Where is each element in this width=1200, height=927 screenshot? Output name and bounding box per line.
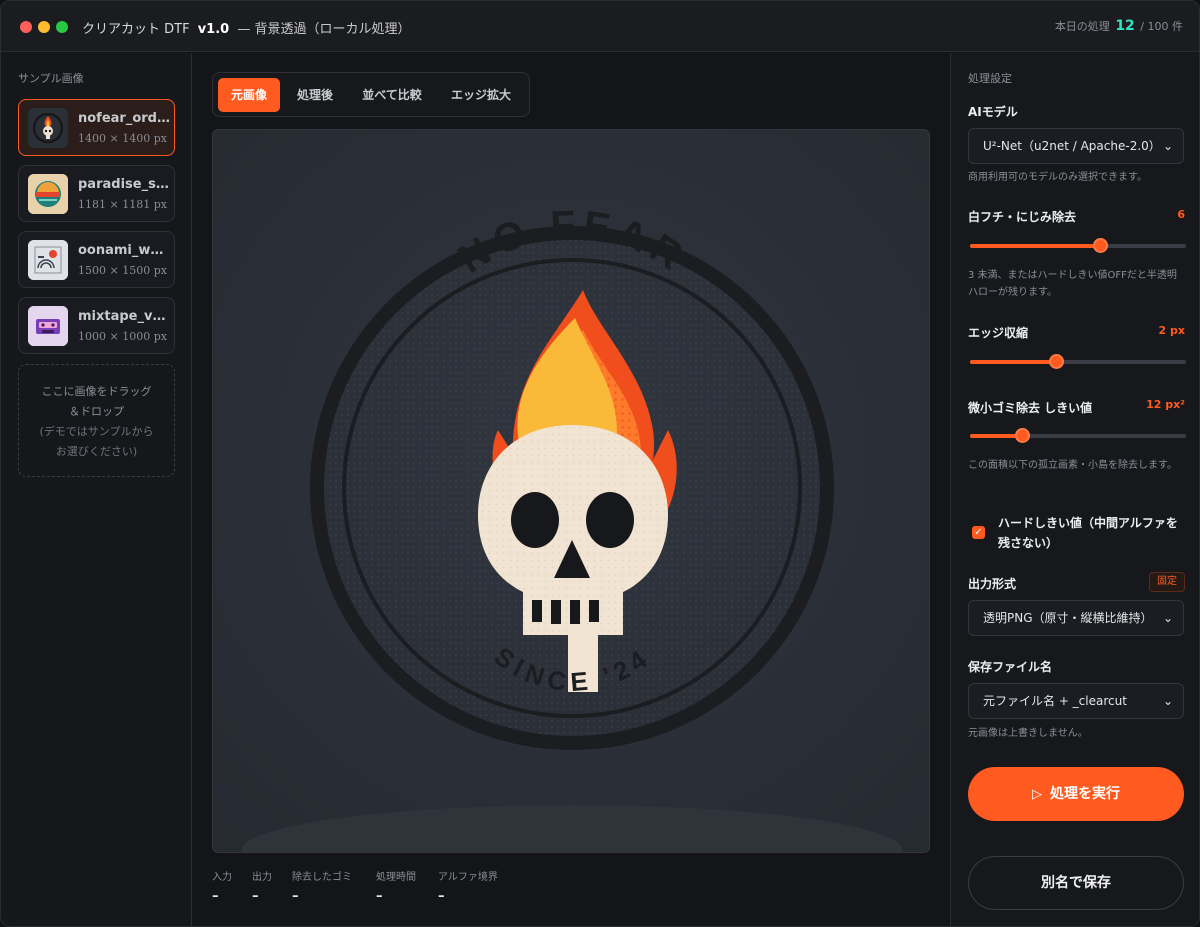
filename-selected: 元ファイル名 + _clearcut xyxy=(983,694,1127,708)
quota-count: 12 xyxy=(1115,18,1135,34)
filename-hint: 元画像は上書きしません。 xyxy=(968,728,1088,739)
speck-label: 微小ゴミ除去 しきい値 xyxy=(968,401,1093,415)
shrink-value: 2 px xyxy=(1158,324,1185,337)
maximize-window-button[interactable] xyxy=(56,21,68,33)
sample-item-mixtape[interactable]: mixtape_vol2.png 1000 × 1000 px xyxy=(18,297,175,354)
dropzone-line: ここに画像をドラッグ xyxy=(41,385,152,398)
view-tabs: 元画像 処理後 並べて比較 エッジ拡大 xyxy=(212,72,530,117)
sample-dimensions: 1181 × 1181 px xyxy=(78,198,167,211)
settings-panel: 処理設定 AIモデル U²-Net（u2net / Apache-2.0） ⌄ … xyxy=(950,53,1199,926)
halo-slider[interactable] xyxy=(970,238,1186,254)
stat-label: 出力 xyxy=(252,872,272,883)
filename-select[interactable]: 元ファイル名 + _clearcut ⌄ xyxy=(968,683,1184,719)
stat-alpha-edge: アルファ境界 – xyxy=(438,868,498,904)
stat-value: – xyxy=(438,889,445,904)
fixed-badge: 固定 xyxy=(1149,572,1185,592)
close-window-button[interactable] xyxy=(20,21,32,33)
model-hint: 商用利用可のモデルのみ選択できます。 xyxy=(968,172,1147,183)
slider-fill xyxy=(970,360,1057,364)
speck-hint: この面積以下の孤立画素・小島を除去します。 xyxy=(968,460,1177,471)
stat-label: アルファ境界 xyxy=(438,872,498,883)
stat-value: – xyxy=(212,889,219,904)
sample-name: paradise_sunset.png xyxy=(78,177,170,192)
play-icon: ▷ xyxy=(1032,787,1042,802)
sample-dimensions: 1000 × 1000 px xyxy=(78,330,167,343)
tab-edge-zoom[interactable]: エッジ拡大 xyxy=(437,78,525,112)
settings-heading: 処理設定 xyxy=(968,72,1012,85)
sample-name: oonami_wave.png xyxy=(78,243,170,258)
slider-handle[interactable] xyxy=(1014,428,1030,443)
dropzone-note: (デモではサンプルから xyxy=(39,425,154,438)
app-name: クリアカット DTF xyxy=(82,22,190,37)
halo-hint: 3 未満、またはハードしきい値OFFだと半透明ハローが残ります。 xyxy=(968,270,1177,298)
stat-output: 出力 – xyxy=(252,868,272,904)
hard-threshold-checkbox[interactable]: ✓ xyxy=(972,526,985,539)
slider-handle[interactable] xyxy=(1092,238,1108,253)
slider-fill xyxy=(970,244,1100,248)
run-button-label: 処理を実行 xyxy=(1050,786,1120,802)
daily-quota: 本日の処理 12 / 100 件 xyxy=(1055,18,1183,34)
save-as-button[interactable]: 別名で保存 xyxy=(968,856,1184,910)
app-version: v1.0 xyxy=(197,22,230,37)
filename-label: 保存ファイル名 xyxy=(968,660,1053,674)
image-canvas[interactable]: NO FEAR SINCE '24 xyxy=(212,129,930,853)
app-title: クリアカット DTF v1.0 — 背景透過（ローカル処理） xyxy=(82,18,411,37)
stat-label: 入力 xyxy=(212,872,232,883)
chevron-down-icon: ⌄ xyxy=(1162,694,1173,708)
format-selected: 透明PNG（原寸・縦横比維持） xyxy=(983,611,1153,625)
tab-compare[interactable]: 並べて比較 xyxy=(350,78,434,112)
sample-dimensions: 1400 × 1400 px xyxy=(78,132,167,145)
speck-slider[interactable] xyxy=(970,428,1186,444)
skull-thumb-icon xyxy=(28,108,68,148)
title-bar: クリアカット DTF v1.0 — 背景透過（ローカル処理） 本日の処理 12 … xyxy=(1,1,1199,52)
model-select[interactable]: U²-Net（u2net / Apache-2.0） ⌄ xyxy=(968,128,1184,164)
dropzone-line: ＆ドロップ xyxy=(69,405,124,418)
format-label: 出力形式 xyxy=(968,577,1017,591)
stat-value: – xyxy=(376,889,383,904)
chevron-down-icon: ⌄ xyxy=(1162,139,1173,153)
halo-label: 白フチ・にじみ除去 xyxy=(968,210,1077,224)
chevron-down-icon: ⌄ xyxy=(1162,611,1173,625)
shrink-slider[interactable] xyxy=(970,354,1186,370)
run-button[interactable]: ▷ 処理を実行 xyxy=(968,767,1184,821)
stat-value: – xyxy=(292,889,299,904)
sample-sidebar: サンプル画像 nofear_order_0412.png 1400 × 1400… xyxy=(1,53,192,926)
slider-handle[interactable] xyxy=(1049,354,1065,369)
stat-input: 入力 – xyxy=(212,868,232,904)
tab-processed[interactable]: 処理後 xyxy=(283,78,347,112)
halo-value: 6 xyxy=(1177,208,1185,221)
shrink-label: エッジ収縮 xyxy=(968,326,1029,340)
sunset-badge-thumb-icon xyxy=(28,174,68,214)
cassette-thumb-icon xyxy=(28,306,68,346)
wave-thumb-icon xyxy=(28,240,68,280)
dropzone-note: お選びください) xyxy=(55,445,138,458)
sample-name: nofear_order_0412.png xyxy=(78,111,170,126)
format-select[interactable]: 透明PNG（原寸・縦横比維持） ⌄ xyxy=(968,600,1184,636)
sample-name: mixtape_vol2.png xyxy=(78,309,170,324)
model-selected: U²-Net（u2net / Apache-2.0） xyxy=(983,139,1161,153)
app-subtitle: — 背景透過（ローカル処理） xyxy=(237,22,411,37)
image-dropzone[interactable]: ここに画像をドラッグ ＆ドロップ (デモではサンプルから お選びください) xyxy=(18,364,175,477)
app-window: クリアカット DTF v1.0 — 背景透過（ローカル処理） 本日の処理 12 … xyxy=(0,0,1200,927)
model-label: AIモデル xyxy=(968,105,1018,119)
sidebar-heading: サンプル画像 xyxy=(18,72,84,85)
preview-area: 元画像 処理後 並べて比較 エッジ拡大 NO FEAR SINCE '24 入力… xyxy=(192,53,950,926)
quota-total: / 100 件 xyxy=(1140,20,1183,33)
stat-processing-time: 処理時間 – xyxy=(376,868,416,904)
stat-removed-specks: 除去したゴミ – xyxy=(292,868,352,904)
stat-label: 処理時間 xyxy=(376,872,416,883)
stat-value: – xyxy=(252,889,259,904)
speck-value: 12 px² xyxy=(1146,398,1185,411)
hard-threshold-label[interactable]: ハードしきい値（中間アルファを残さない） xyxy=(998,513,1188,553)
sample-item-paradise[interactable]: paradise_sunset.png 1181 × 1181 px xyxy=(18,165,175,222)
artwork-preview: NO FEAR SINCE '24 xyxy=(213,130,929,852)
quota-label: 本日の処理 xyxy=(1054,20,1110,33)
tab-original[interactable]: 元画像 xyxy=(218,78,280,112)
sample-dimensions: 1500 × 1500 px xyxy=(78,264,167,277)
sample-item-oonami[interactable]: oonami_wave.png 1500 × 1500 px xyxy=(18,231,175,288)
minimize-window-button[interactable] xyxy=(38,21,50,33)
stat-label: 除去したゴミ xyxy=(292,872,352,883)
sample-item-nofear[interactable]: nofear_order_0412.png 1400 × 1400 px xyxy=(18,99,175,156)
